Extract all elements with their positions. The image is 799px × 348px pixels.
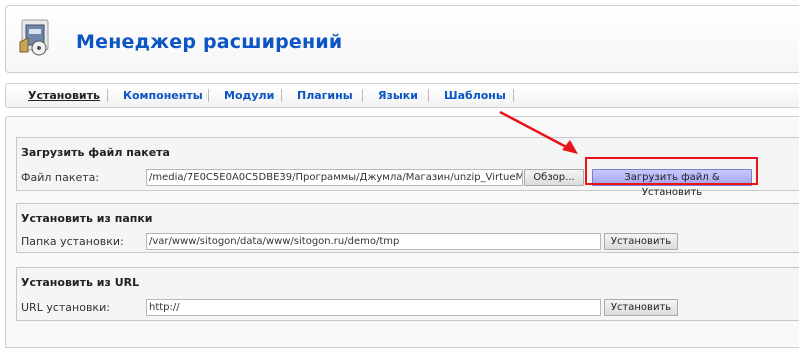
- tab-plugins[interactable]: Плагины: [297, 89, 353, 102]
- install-panel: Загрузить файл пакета Файл пакета: /medi…: [5, 116, 799, 348]
- highlight-annotation: [585, 157, 758, 185]
- page-title: Менеджер расширений: [76, 31, 343, 53]
- install-from-folder-section: Установить из папки Папка установки: /va…: [16, 203, 799, 253]
- tab-bar: Установить Компоненты Модули Плагины Язы…: [5, 83, 799, 108]
- field-label: Папка установки:: [21, 235, 124, 248]
- tab-languages[interactable]: Языки: [378, 89, 418, 102]
- install-url-input[interactable]: http://: [146, 299, 601, 316]
- browse-button[interactable]: Обзор...: [524, 169, 584, 186]
- tab-separator: [281, 89, 282, 102]
- install-url-button[interactable]: Установить: [604, 299, 678, 316]
- package-file-input[interactable]: /media/7E0C5E0A0C5DBE39/Программы/Джумла…: [146, 169, 523, 186]
- package-install-icon: [19, 19, 49, 56]
- install-folder-button[interactable]: Установить: [604, 233, 678, 250]
- tab-components[interactable]: Компоненты: [123, 89, 203, 102]
- field-label: Файл пакета:: [21, 171, 100, 184]
- tab-separator: [362, 89, 363, 102]
- section-title: Установить из URL: [21, 276, 140, 289]
- field-label: URL установки:: [21, 301, 110, 314]
- install-from-url-section: Установить из URL URL установки: http://…: [16, 267, 799, 321]
- section-title: Установить из папки: [21, 212, 153, 225]
- tab-separator: [208, 89, 209, 102]
- tab-templates[interactable]: Шаблоны: [444, 89, 506, 102]
- tab-separator: [513, 89, 514, 102]
- section-title: Загрузить файл пакета: [21, 146, 170, 159]
- page-header: Менеджер расширений: [5, 5, 799, 73]
- tab-modules[interactable]: Модули: [224, 89, 274, 102]
- install-folder-input[interactable]: /var/www/sitogon/data/www/sitogon.ru/dem…: [146, 233, 601, 250]
- tab-separator: [428, 89, 429, 102]
- tab-install[interactable]: Установить: [28, 89, 100, 102]
- annotation-arrow-icon: [499, 110, 578, 154]
- tab-separator: [107, 89, 108, 102]
